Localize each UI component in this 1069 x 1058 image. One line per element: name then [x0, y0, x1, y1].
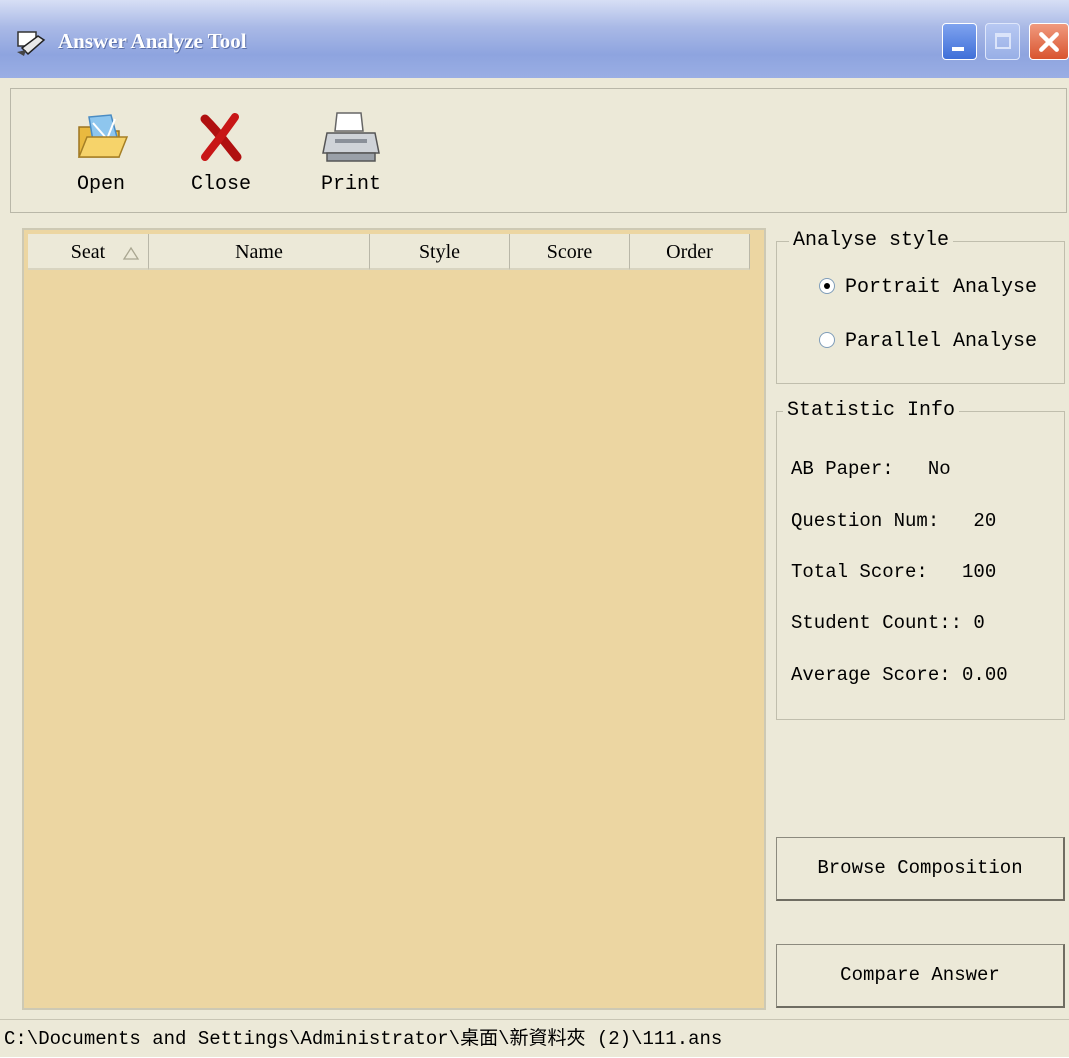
close-icon [1039, 32, 1059, 52]
analyse-style-title: Analyse style [789, 229, 954, 252]
question-num-value: Question Num: 20 [791, 510, 997, 532]
radio-label: Portrait Analyse [845, 276, 1038, 299]
maximize-icon [995, 33, 1011, 49]
app-tool-icon [17, 31, 46, 56]
minimize-icon [952, 47, 964, 51]
radio-selected-icon [819, 278, 835, 294]
radio-unselected-icon [819, 332, 835, 348]
print-label: Print [320, 173, 381, 196]
minimize-button[interactable] [942, 23, 977, 60]
statistic-info-title: Statistic Info [783, 399, 960, 422]
browse-composition-button[interactable]: Browse Composition [776, 837, 1065, 901]
file-path: C:\Documents and Settings\Administrator\… [4, 1028, 723, 1050]
red-x-icon [200, 113, 242, 162]
column-header-style[interactable]: Style [370, 234, 510, 270]
column-label: Seat [70, 241, 106, 263]
status-bar: C:\Documents and Settings\Administrator\… [0, 1019, 1069, 1057]
maximize-button[interactable] [985, 23, 1020, 60]
toolbar: Open Close Print [10, 88, 1067, 213]
close-window-button[interactable] [1029, 23, 1069, 60]
parallel-analyse-radio[interactable]: Parallel Analyse [819, 330, 1037, 353]
column-label: Score [546, 241, 593, 263]
column-label: Style [418, 241, 461, 263]
sort-ascending-icon [122, 246, 140, 260]
analyse-style-group: Analyse style Portrait Analyse Parallel … [776, 229, 1065, 384]
radio-label: Parallel Analyse [845, 330, 1038, 353]
average-score-value: Average Score: 0.00 [791, 664, 1008, 686]
print-button[interactable]: Print [301, 99, 401, 204]
open-button[interactable]: Open [51, 99, 151, 204]
column-header-order[interactable]: Order [630, 234, 750, 270]
printer-icon [322, 112, 380, 162]
column-label: Order [666, 241, 713, 263]
column-header-seat[interactable]: Seat [28, 234, 149, 270]
column-label: Name [235, 241, 283, 263]
total-score-value: Total Score: 100 [791, 561, 997, 583]
portrait-analyse-radio[interactable]: Portrait Analyse [819, 276, 1037, 299]
close-label: Close [190, 173, 251, 196]
open-label: Open [76, 173, 125, 196]
student-count-value: Student Count:: 0 [791, 612, 985, 634]
list-header: Seat Name Style Score Order [28, 234, 752, 270]
column-header-name[interactable]: Name [149, 234, 370, 270]
close-button[interactable]: Close [171, 99, 271, 204]
compare-answer-button[interactable]: Compare Answer [776, 944, 1065, 1008]
app-window: Answer Analyze Tool Open Close Print Sea… [0, 0, 1069, 1057]
window-title: Answer Analyze Tool [58, 29, 247, 53]
results-list[interactable]: Seat Name Style Score Order [22, 228, 766, 1010]
title-bar[interactable]: Answer Analyze Tool [0, 0, 1069, 78]
statistic-info-group: Statistic Info AB Paper: No Question Num… [776, 399, 1065, 720]
column-header-score[interactable]: Score [510, 234, 630, 270]
ab-paper-value: AB Paper: No [791, 458, 951, 480]
open-folder-icon [77, 114, 129, 158]
